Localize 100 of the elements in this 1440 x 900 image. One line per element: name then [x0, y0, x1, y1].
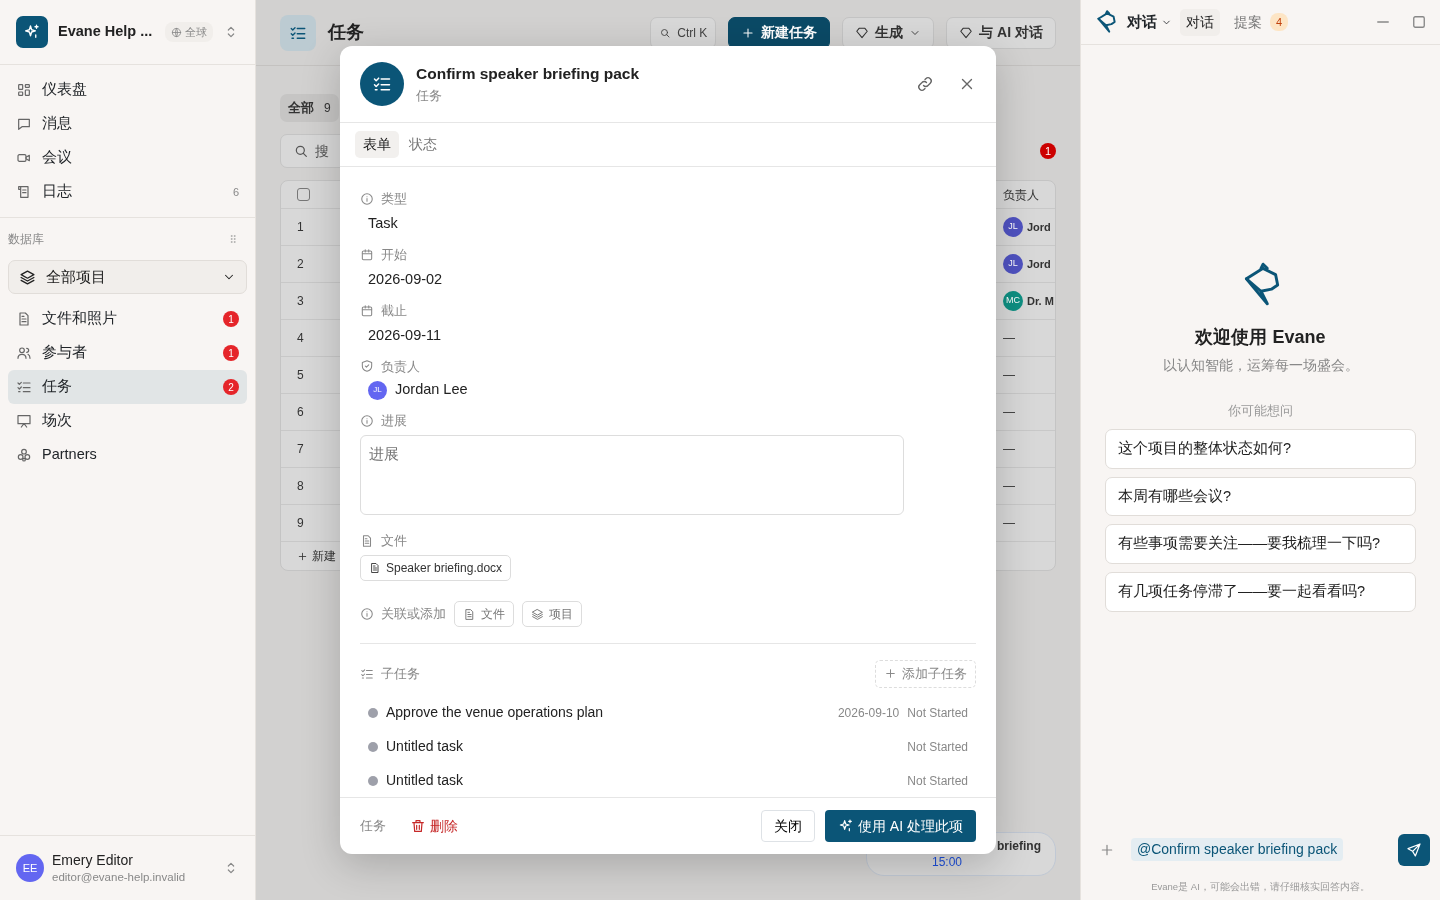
suggestion-button[interactable]: 这个项目的整体状态如何? — [1105, 428, 1416, 469]
user-name: Emery Editor — [52, 852, 134, 870]
welcome-title: 欢迎使用 Evane — [1195, 326, 1326, 349]
page-title: 任务 — [328, 21, 365, 44]
cluster-icon — [16, 447, 32, 463]
checklist-icon — [16, 379, 32, 395]
ai-chat-button[interactable]: 与 AI 对话 — [946, 16, 1056, 49]
link-button[interactable]: 项目 — [522, 601, 582, 627]
suggestion-button[interactable]: 本周有哪些会议? — [1105, 476, 1416, 517]
nav-item[interactable]: 文件和照片 1 — [8, 302, 247, 336]
progress-field[interactable]: 进展 — [360, 435, 904, 515]
event-time: 15:00 — [932, 854, 964, 871]
status-text: Not Started — [907, 704, 968, 722]
empty-cell-text: — — [1003, 330, 1015, 347]
assignee-name: Jord — [1027, 256, 1051, 272]
nav-item[interactable]: 消息 — [8, 107, 247, 141]
delete-button[interactable]: 删除 — [410, 815, 458, 837]
row-number: 6 — [297, 404, 305, 421]
nav-item[interactable]: 场次 — [8, 404, 247, 438]
nav-item[interactable]: 日志 6 — [8, 175, 247, 209]
empty-cell-text: — — [1003, 478, 1015, 495]
trash-icon — [410, 818, 426, 834]
assignee-name: Dr. M — [1027, 293, 1054, 309]
nav-item[interactable]: Partners — [8, 438, 247, 472]
dialog-title: Confirm speaker briefing pack — [416, 64, 641, 84]
nav-item[interactable]: 任务 2 — [8, 370, 247, 404]
count-badge: 2 — [223, 379, 239, 395]
gem-icon — [855, 25, 870, 40]
subtask-row[interactable]: Untitled task Not Started — [360, 729, 976, 764]
field-label: 截止 — [381, 301, 407, 320]
field-value: 2026-09-11 — [367, 325, 443, 345]
layers-icon — [531, 607, 544, 621]
add-subtask-button[interactable]: 添加子任务 — [875, 660, 976, 688]
close-button[interactable]: 关闭 — [761, 810, 815, 842]
app-logo[interactable] — [16, 16, 48, 48]
status-dot — [368, 707, 378, 718]
chat-icon — [16, 116, 32, 132]
send-icon — [1406, 841, 1422, 858]
user-email: editor@evane-help.invalid — [52, 869, 187, 884]
calendar-icon — [360, 303, 374, 318]
generate-button[interactable]: 生成 — [842, 16, 935, 49]
scope-badge: 全球 — [165, 21, 213, 43]
document-icon — [16, 311, 32, 327]
tagline: 以认知智能，运筹每一场盛会。 — [1162, 356, 1359, 375]
document-icon — [360, 534, 374, 548]
disclaimer: Evane是 AI，可能会出错，请仔细核实回答内容。 — [1150, 879, 1371, 894]
count: 6 — [232, 184, 239, 200]
globe-icon — [171, 26, 182, 38]
suggestion-button[interactable]: 有几项任务停滞了——要一起看看吗? — [1105, 572, 1416, 612]
search-button[interactable]: Ctrl K — [650, 16, 717, 49]
row-number: 9 — [297, 515, 305, 532]
links-label: 关联或添加 — [381, 605, 446, 624]
tab[interactable]: 表单 — [355, 131, 399, 158]
search-icon — [293, 143, 309, 159]
ai-process-button[interactable]: 使用 AI 处理此项 — [825, 810, 976, 842]
suggestion-button[interactable]: 有些事项需要关注——要我梳理一下吗? — [1105, 524, 1416, 564]
dialog-subtitle: 任务 — [416, 87, 443, 104]
send-button[interactable] — [1398, 833, 1430, 866]
alert-badge: 1 — [1040, 143, 1056, 159]
add-row-button[interactable]: 新建 — [297, 547, 336, 565]
document-icon — [369, 562, 381, 574]
file-chip[interactable]: Speaker briefing.docx — [360, 555, 512, 581]
event-title: briefing — [996, 838, 1041, 855]
info-icon — [360, 607, 374, 621]
field-value: Task — [367, 214, 399, 233]
document-icon — [463, 607, 476, 621]
nav-item[interactable]: 会议 — [8, 141, 247, 175]
footer-type: 任务 — [360, 817, 386, 836]
search-icon — [659, 26, 672, 39]
tab[interactable]: 提案 — [1228, 8, 1268, 36]
plus-icon — [884, 667, 897, 681]
user-avatar: EE — [16, 854, 44, 882]
nav-item[interactable]: 参与者 1 — [8, 336, 247, 370]
workspace-name[interactable]: Evane Help ... — [58, 21, 155, 43]
maximize-icon[interactable] — [1410, 13, 1428, 31]
mention-chip[interactable]: @Confirm speaker briefing pack — [1131, 838, 1344, 862]
tab[interactable]: 对话 — [1180, 8, 1220, 36]
filter-tab[interactable]: 全部 9 — [280, 94, 339, 122]
project-select[interactable]: 全部项目 — [8, 260, 247, 294]
sparkle-icon — [23, 23, 41, 41]
assignee-avatar: MC — [1003, 291, 1023, 311]
subtask-title: Approve the venue operations plan — [386, 703, 605, 722]
link-icon[interactable] — [916, 75, 934, 93]
conversation-menu[interactable]: 对话 — [1127, 10, 1172, 34]
subtask-row[interactable]: Untitled task Not Started — [360, 763, 976, 797]
gem-icon — [959, 25, 974, 40]
nav-item[interactable]: 仪表盘 — [8, 73, 247, 107]
subtask-row[interactable]: Approve the venue operations plan 2026-09-10 Not Started — [360, 695, 976, 730]
plus-icon — [741, 25, 756, 40]
checklist-icon — [360, 666, 374, 681]
link-button[interactable]: 文件 — [454, 601, 514, 627]
status-dot — [368, 775, 378, 786]
journal-icon — [16, 184, 32, 200]
field-label: 进展 — [381, 412, 407, 431]
tab[interactable]: 状态 — [401, 131, 445, 158]
row-number: 1 — [297, 219, 305, 236]
section-title: 子任务 — [381, 665, 420, 683]
new-task-button[interactable]: 新建任务 — [728, 16, 831, 49]
empty-cell-text: — — [1003, 441, 1015, 458]
select-all-checkbox[interactable] — [297, 188, 310, 201]
